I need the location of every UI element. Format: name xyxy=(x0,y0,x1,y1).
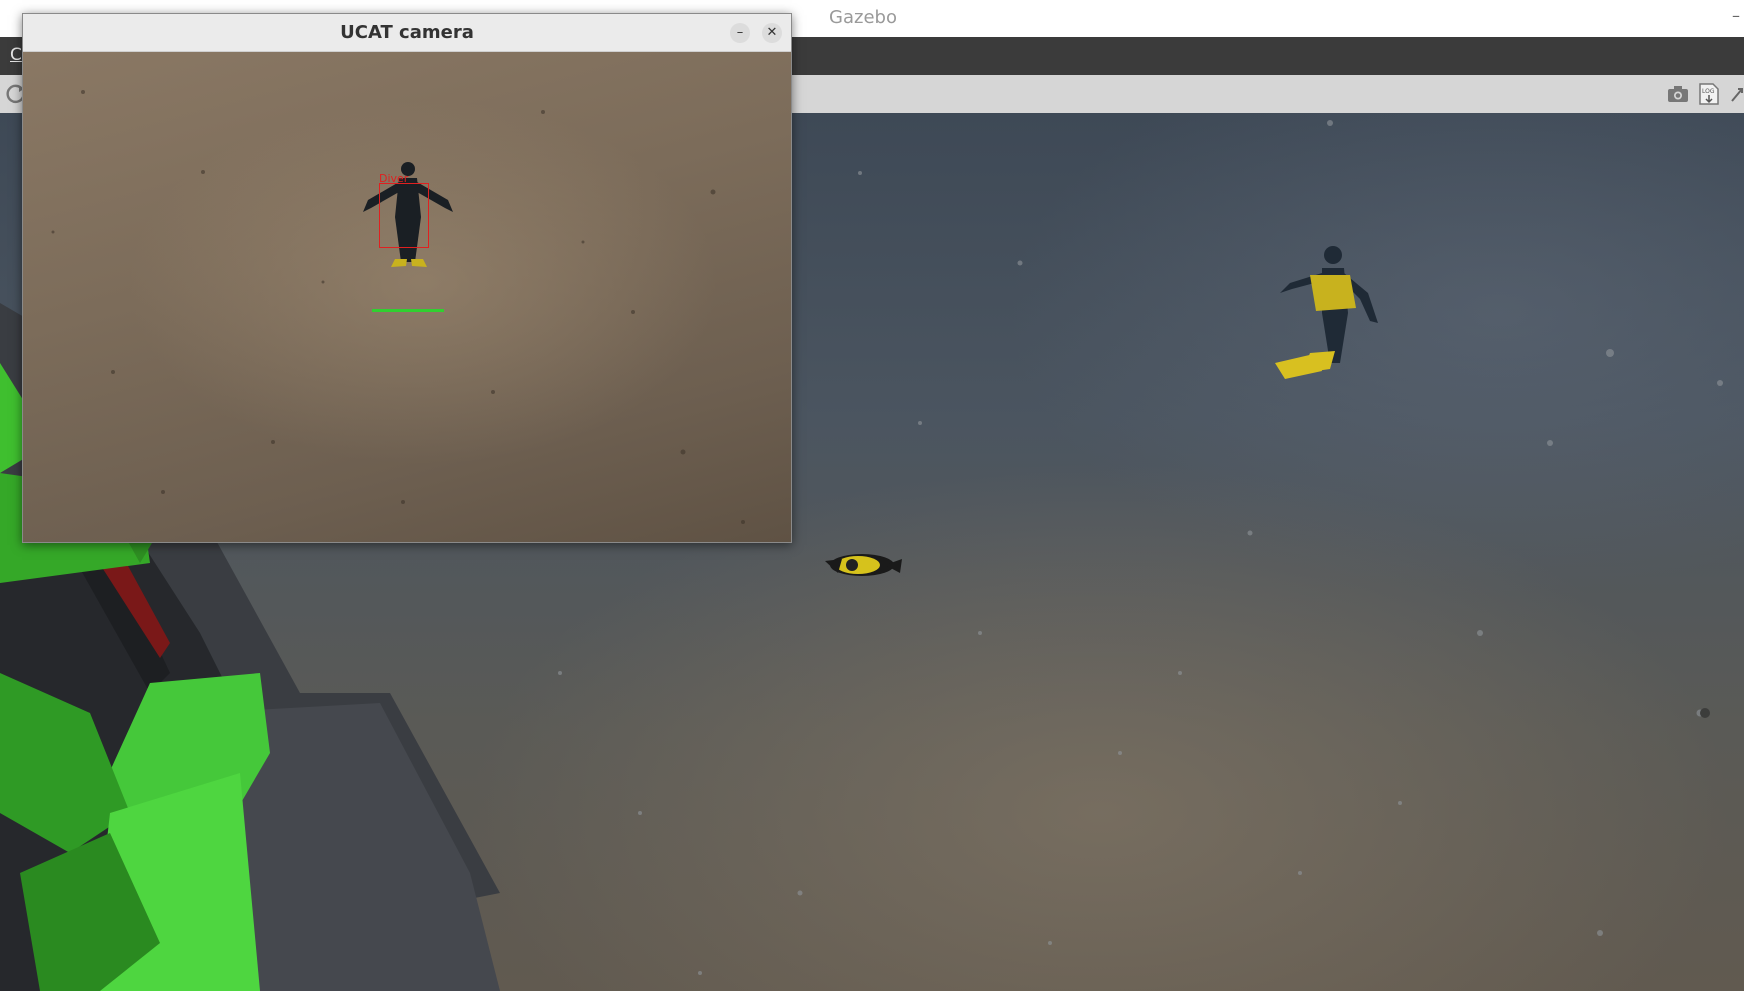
ucat-camera-window[interactable]: UCAT camera – ✕ Diver xyxy=(22,13,792,543)
ucat-robot-model xyxy=(825,554,902,576)
ground-marker-line xyxy=(372,309,444,312)
log-icon[interactable]: LOG xyxy=(1697,83,1721,105)
ucat-camera-titlebar[interactable]: UCAT camera – ✕ xyxy=(23,14,791,52)
ucat-camera-title: UCAT camera xyxy=(340,22,474,43)
detection-bounding-box xyxy=(379,183,429,248)
camera-scene xyxy=(51,90,745,524)
sand-texture xyxy=(51,90,745,524)
menu-item-first[interactable]: C xyxy=(10,45,22,65)
detection-label: Diver xyxy=(379,172,409,185)
close-button[interactable]: ✕ xyxy=(762,23,782,43)
log-icon-text: LOG xyxy=(1702,88,1715,95)
ucat-camera-image: Diver xyxy=(23,52,791,542)
resize-icon[interactable] xyxy=(1730,83,1744,105)
minimize-button[interactable]: – xyxy=(730,23,750,43)
gazebo-minimize-button[interactable]: – xyxy=(1732,6,1740,25)
camera-icon[interactable] xyxy=(1666,83,1690,105)
diver-model xyxy=(1275,246,1378,379)
